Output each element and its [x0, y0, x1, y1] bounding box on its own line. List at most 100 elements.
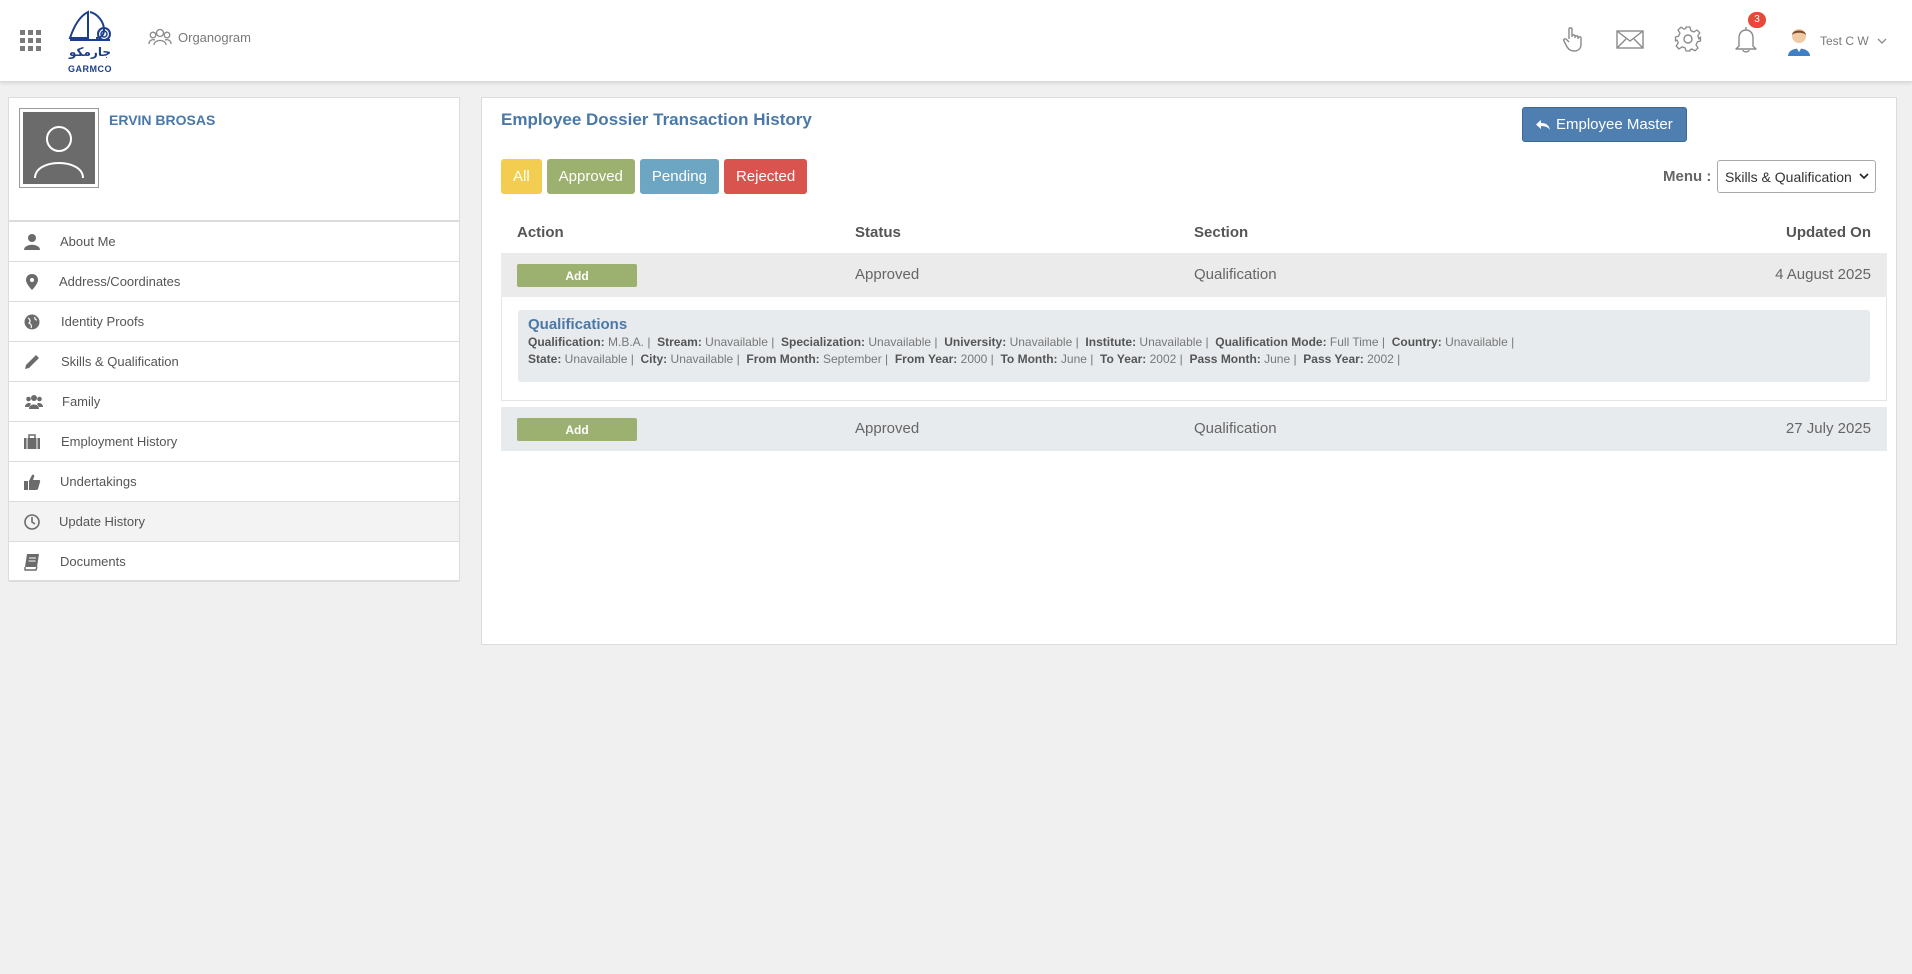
- detail-line-1: Qualification: M.B.A. | Stream: Unavaila…: [528, 335, 1521, 349]
- sidebar-item-label: About Me: [60, 234, 116, 249]
- pencil-icon: [25, 355, 39, 369]
- detail-field-label: Qualification Mode:: [1215, 335, 1327, 349]
- row-status: Approved: [855, 266, 920, 283]
- detail-field-label: From Year:: [894, 352, 958, 366]
- detail-field-value: 2000 |: [957, 352, 1001, 366]
- table-header: Action Status Section Updated On: [501, 224, 1887, 254]
- employee-master-label: Employee Master: [1556, 116, 1673, 133]
- detail-field-value: September |: [819, 352, 895, 366]
- globe-icon: [24, 314, 40, 330]
- notification-badge: 3: [1748, 12, 1766, 28]
- employee-master-button[interactable]: Employee Master: [1522, 107, 1687, 142]
- add-action-button[interactable]: Add: [517, 418, 637, 441]
- organogram-label: Organogram: [178, 29, 251, 45]
- menu-select-value: Skills & Qualification: [1725, 168, 1852, 185]
- row-detail: Qualifications Qualification: M.B.A. | S…: [501, 297, 1887, 401]
- chevron-down-icon: [1877, 38, 1887, 44]
- user-avatar-icon: [1788, 29, 1810, 56]
- sidebar-item-family[interactable]: Family: [9, 382, 459, 422]
- chevron-down-icon: [1859, 173, 1869, 180]
- menu-label: Menu :: [1663, 168, 1712, 185]
- gear-icon[interactable]: [1673, 24, 1703, 54]
- map-marker-icon: [26, 274, 38, 290]
- users-icon: [148, 28, 172, 46]
- status-filter-group: All Approved Pending Rejected: [501, 159, 808, 194]
- mail-icon[interactable]: [1614, 24, 1646, 54]
- row-updated-on: 27 July 2025: [1785, 420, 1871, 437]
- company-logo[interactable]: جارمكو GARMCO: [64, 8, 116, 74]
- sidebar-item-undertakings[interactable]: Undertakings: [9, 462, 459, 502]
- sidebar-item-label: Skills & Qualification: [61, 354, 179, 369]
- detail-field-label: To Year:: [1100, 352, 1147, 366]
- employee-sidebar: ERVIN BROSAS About Me Address/Coordinate…: [8, 97, 460, 582]
- sidebar-item-label: Employment History: [61, 434, 178, 449]
- detail-field-value: Unavailable |: [701, 335, 781, 349]
- detail-field-label: Stream:: [657, 335, 702, 349]
- add-action-button[interactable]: Add: [517, 264, 637, 287]
- row-section: Qualification: [1194, 266, 1277, 283]
- detail-field-value: June |: [1260, 352, 1304, 366]
- sidebar-item-update-history[interactable]: Update History: [9, 502, 459, 542]
- logo-mark-icon: جارمكو: [68, 10, 111, 60]
- sidebar-item-address[interactable]: Address/Coordinates: [9, 262, 459, 302]
- row-updated-on: 4 August 2025: [1775, 266, 1871, 283]
- table-row[interactable]: Add Approved Qualification 4 August 2025: [501, 253, 1887, 297]
- column-header-updated-on: Updated On: [1786, 224, 1871, 241]
- detail-field-value: 2002 |: [1146, 352, 1190, 366]
- sidebar-item-label: Documents: [60, 554, 126, 569]
- detail-field-value: Unavailable |: [1136, 335, 1216, 349]
- menu-select[interactable]: Skills & Qualification: [1717, 160, 1876, 193]
- user-name: Test C W: [1820, 34, 1869, 48]
- detail-field-label: State:: [528, 352, 562, 366]
- book-icon: [24, 554, 39, 571]
- detail-field-label: Country:: [1391, 335, 1442, 349]
- detail-field-label: Specialization:: [781, 335, 866, 349]
- sidebar-item-label: Address/Coordinates: [59, 274, 181, 289]
- detail-field-label: Institute:: [1085, 335, 1137, 349]
- detail-field-value: June |: [1057, 352, 1101, 366]
- detail-field-label: Pass Month:: [1189, 352, 1261, 366]
- sidebar-item-documents[interactable]: Documents: [9, 542, 459, 582]
- detail-field-label: Pass Year:: [1303, 352, 1364, 366]
- detail-field-value: Unavailable |: [1006, 335, 1086, 349]
- filter-all-button[interactable]: All: [501, 159, 542, 194]
- sidebar-item-label: Undertakings: [60, 474, 137, 489]
- sidebar-item-skills[interactable]: Skills & Qualification: [9, 342, 459, 382]
- filter-approved-button[interactable]: Approved: [546, 159, 635, 194]
- sidebar-item-label: Identity Proofs: [61, 314, 145, 329]
- filter-rejected-button[interactable]: Rejected: [723, 159, 808, 194]
- detail-field-value: Unavailable |: [865, 335, 945, 349]
- sidebar-item-label: Family: [62, 394, 101, 409]
- column-header-action: Action: [517, 224, 564, 241]
- users-icon: [25, 395, 43, 409]
- hand-pointer-icon[interactable]: [1558, 24, 1588, 54]
- bell-icon[interactable]: [1731, 24, 1761, 54]
- logo-text: GARMCO: [68, 64, 112, 74]
- briefcase-icon: [24, 434, 40, 449]
- svg-text:جارمكو: جارمكو: [68, 45, 111, 60]
- column-header-section: Section: [1194, 224, 1249, 241]
- detail-field-label: From Month:: [746, 352, 820, 366]
- column-header-status: Status: [855, 224, 901, 241]
- sidebar-item-label: Update History: [59, 514, 145, 529]
- detail-field-value: Unavailable |: [1441, 335, 1521, 349]
- sidebar-item-identity-proofs[interactable]: Identity Proofs: [9, 302, 459, 342]
- row-section: Qualification: [1194, 420, 1277, 437]
- organogram-link[interactable]: Organogram: [148, 27, 251, 47]
- page-title: Employee Dossier Transaction History: [501, 110, 812, 129]
- person-placeholder-icon: [34, 126, 84, 179]
- top-navbar: جارمكو GARMCO Organogram 3 Test C W: [0, 0, 1912, 82]
- user-menu[interactable]: Test C W: [1786, 26, 1887, 56]
- apps-grid-icon[interactable]: [20, 30, 42, 52]
- sidebar-item-employment-history[interactable]: Employment History: [9, 422, 459, 462]
- filter-pending-button[interactable]: Pending: [639, 159, 719, 194]
- qualification-detail-box: Qualifications Qualification: M.B.A. | S…: [518, 310, 1870, 382]
- sidebar-item-about-me[interactable]: About Me: [9, 222, 459, 262]
- detail-field-label: To Month:: [1000, 352, 1058, 366]
- reply-icon: [1536, 119, 1550, 130]
- detail-field-label: City:: [640, 352, 668, 366]
- detail-field-value: 2002 |: [1363, 352, 1407, 366]
- thumbs-up-icon: [24, 474, 41, 490]
- table-row[interactable]: Add Approved Qualification 27 July 2025: [501, 407, 1887, 451]
- profile-card: ERVIN BROSAS: [9, 98, 459, 222]
